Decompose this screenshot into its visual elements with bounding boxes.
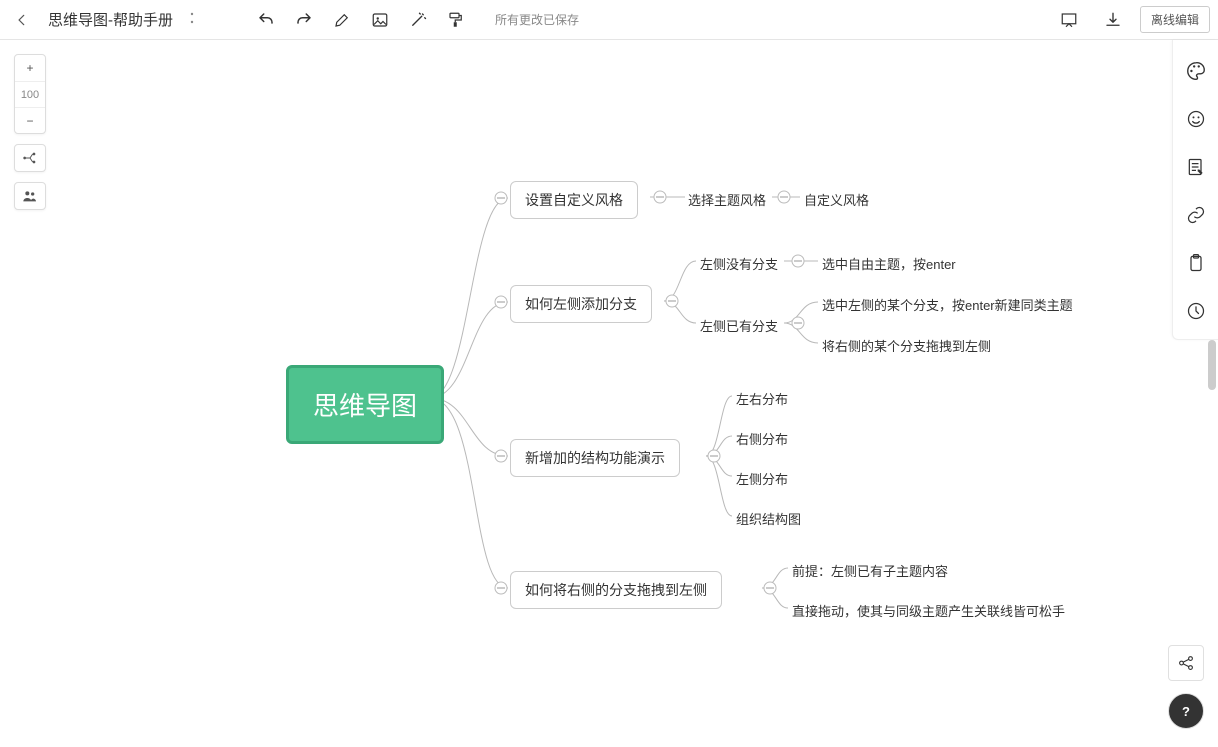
present-button[interactable] <box>1052 6 1086 34</box>
branch-node[interactable]: 如何将右侧的分支拖拽到左侧 <box>510 571 722 609</box>
leaf-node[interactable]: 左右分布 <box>736 389 788 408</box>
root-node[interactable]: 思维导图 <box>286 365 444 444</box>
back-button[interactable] <box>8 6 36 34</box>
format-brush-button[interactable] <box>325 6 359 34</box>
undo-button[interactable] <box>249 6 283 34</box>
leaf-node[interactable]: 将右侧的某个分支拖拽到左侧 <box>822 336 991 355</box>
leaf-node[interactable]: 左侧没有分支 <box>700 254 778 273</box>
insert-image-button[interactable] <box>363 6 397 34</box>
magic-wand-button[interactable] <box>401 6 435 34</box>
leaf-node[interactable]: 右侧分布 <box>736 429 788 448</box>
offline-edit-button[interactable]: 离线编辑 <box>1140 6 1210 33</box>
save-status-text: 所有更改已保存 <box>495 11 579 28</box>
leaf-node[interactable]: 组织结构图 <box>736 509 801 528</box>
leaf-node[interactable]: 直接拖动，使其与同级主题产生关联线皆可松手 <box>792 601 1065 620</box>
leaf-node[interactable]: 选择主题风格 <box>688 190 766 209</box>
branch-node[interactable]: 设置自定义风格 <box>510 181 638 219</box>
connector-lines <box>0 40 1218 747</box>
branch-node[interactable]: 如何左侧添加分支 <box>510 285 652 323</box>
paint-roller-button[interactable] <box>439 6 473 34</box>
mindmap-canvas[interactable]: 思维导图 设置自定义风格 如何左侧添加分支 新增加的结构功能演示 如何将右侧的分… <box>0 40 1218 747</box>
leaf-node[interactable]: 左侧分布 <box>736 469 788 488</box>
leaf-node[interactable]: 左侧已有分支 <box>700 316 778 335</box>
download-button[interactable] <box>1096 6 1130 34</box>
document-title[interactable]: 思维导图-帮助手册 <box>48 9 173 30</box>
title-menu-icon[interactable] <box>183 7 201 32</box>
top-toolbar: 思维导图-帮助手册 所有更改已保存 离线编辑 <box>0 0 1218 40</box>
leaf-node[interactable]: 选中左侧的某个分支，按enter新建同类主题 <box>822 295 1073 314</box>
leaf-node[interactable]: 前提：左侧已有子主题内容 <box>792 561 948 580</box>
leaf-node[interactable]: 自定义风格 <box>804 190 869 209</box>
redo-button[interactable] <box>287 6 321 34</box>
leaf-node[interactable]: 选中自由主题，按enter <box>822 254 956 273</box>
branch-node[interactable]: 新增加的结构功能演示 <box>510 439 680 477</box>
